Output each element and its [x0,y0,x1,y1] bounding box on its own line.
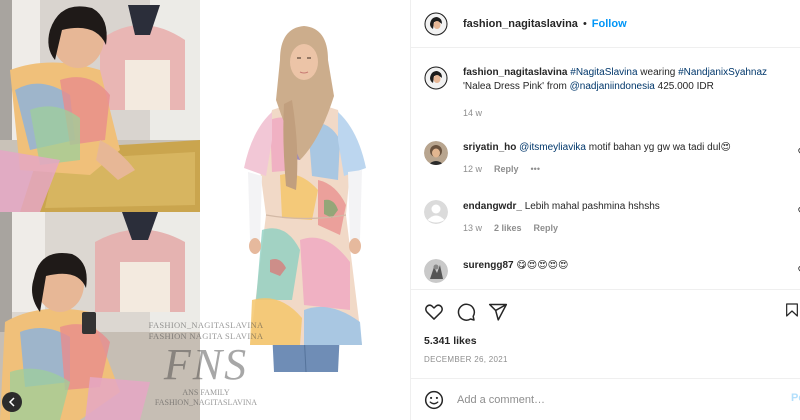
post-actions [424,300,508,324]
caption-username[interactable]: fashion_nagitaslavina [463,67,567,78]
reply-button[interactable]: Reply [494,162,519,176]
watermark-monogram: FNS [163,340,249,389]
watermark-family: ANS FAMILY [182,388,230,397]
comment-mention[interactable]: @itsmeyliavika [519,142,586,153]
caption-body: fashion_nagitaslavina #NagitaSlavina wea… [463,66,798,120]
divider [411,378,800,379]
comment-composer: Post [424,388,800,412]
post-date: DECEMBER 26, 2021 [424,355,508,364]
avatar[interactable] [424,259,448,283]
comment-username[interactable]: sriyatin_ho [463,142,516,153]
post-comment-button[interactable]: Post [791,392,800,404]
watermark-handle: FASHION_NAGITASLAVINA [148,320,264,330]
post-caption: fashion_nagitaslavina #NagitaSlavina wea… [424,66,800,120]
caption-time[interactable]: 14 w [463,106,482,120]
comment-item: sriyatin_ho @itsmeyliavika motif bahan y… [424,141,800,176]
comment-icon[interactable] [456,302,476,322]
comment-meta: 13 w 2 likes Reply [463,221,798,235]
previous-image-button[interactable] [2,392,22,412]
follow-button[interactable]: Follow [592,18,627,30]
comment-username[interactable]: surengg87 [463,260,514,271]
post-header: fashion_nagitaslavina • Follow [411,0,800,48]
hashtag-nagita-slavina[interactable]: #NagitaSlavina [570,67,637,78]
post-media: FASHION_NAGITASLAVINA FASHION NAGITA SLA… [0,0,410,420]
comment-item: surengg87 😋😍😍😍😍 [424,259,800,283]
caption-meta: 14 w [463,106,798,120]
chevron-left-icon [8,397,15,407]
instagram-post-view: FASHION_NAGITASLAVINA FASHION NAGITA SLA… [0,0,800,420]
post-details-panel: fashion_nagitaslavina • Follow fashion_n… [411,0,800,420]
share-icon[interactable] [488,302,508,322]
comment-item: endangwdr_ Lebih mahal pashmina hshshs 1… [424,200,800,235]
collage-photo-top [0,0,200,212]
comment-likes[interactable]: 2 likes [494,221,522,235]
comment-username[interactable]: endangwdr_ [463,201,522,212]
comment-body: surengg87 😋😍😍😍😍 [463,259,798,283]
comment-emojis: 😋😍😍😍😍 [516,260,569,271]
caption-text-1: wearing [637,67,679,78]
avatar[interactable] [424,141,448,165]
comment-meta: 12 w Reply ••• [463,162,798,176]
divider [411,289,800,290]
bookmark-icon[interactable] [784,300,800,320]
more-options-button[interactable]: ••• [531,162,540,176]
like-count[interactable]: 5.341 likes [424,335,477,347]
hashtag-nandjani[interactable]: #NandjanixSyahnaz [678,67,767,78]
caption-text: fashion_nagitaslavina #NagitaSlavina wea… [463,66,798,94]
comment-time[interactable]: 12 w [463,162,482,176]
avatar[interactable] [424,11,448,36]
comment-text: motif bahan yg gw wa tadi dul [585,142,721,153]
caption-text-2: 'Nalea Dress Pink' from [463,81,570,92]
comment-text: Lebih mahal pashmina hshshs [524,201,660,212]
reply-button[interactable]: Reply [534,221,559,235]
avatar[interactable] [424,200,448,224]
watermark-handle-bottom: FASHION_NAGITASLAVINA [154,398,258,407]
comment-body: endangwdr_ Lebih mahal pashmina hshshs 1… [463,200,798,235]
header-separator: • [582,17,587,30]
comment-time[interactable]: 13 w [463,221,482,235]
watermark: FASHION_NAGITASLAVINA FASHION NAGITA SLA… [146,320,266,408]
post-author-username[interactable]: fashion_nagitaslavina [463,18,578,30]
comment-body: sriyatin_ho @itsmeyliavika motif bahan y… [463,141,798,176]
mention-nadjani[interactable]: @nadjaniindonesia [570,81,655,92]
heart-eyes-emoji: 😍 [720,142,731,153]
avatar[interactable] [424,66,448,90]
heart-icon[interactable] [424,302,444,322]
caption-text-3: 425.000 IDR [654,81,714,92]
comment-input[interactable] [457,394,757,406]
emoji-icon[interactable] [424,390,444,410]
